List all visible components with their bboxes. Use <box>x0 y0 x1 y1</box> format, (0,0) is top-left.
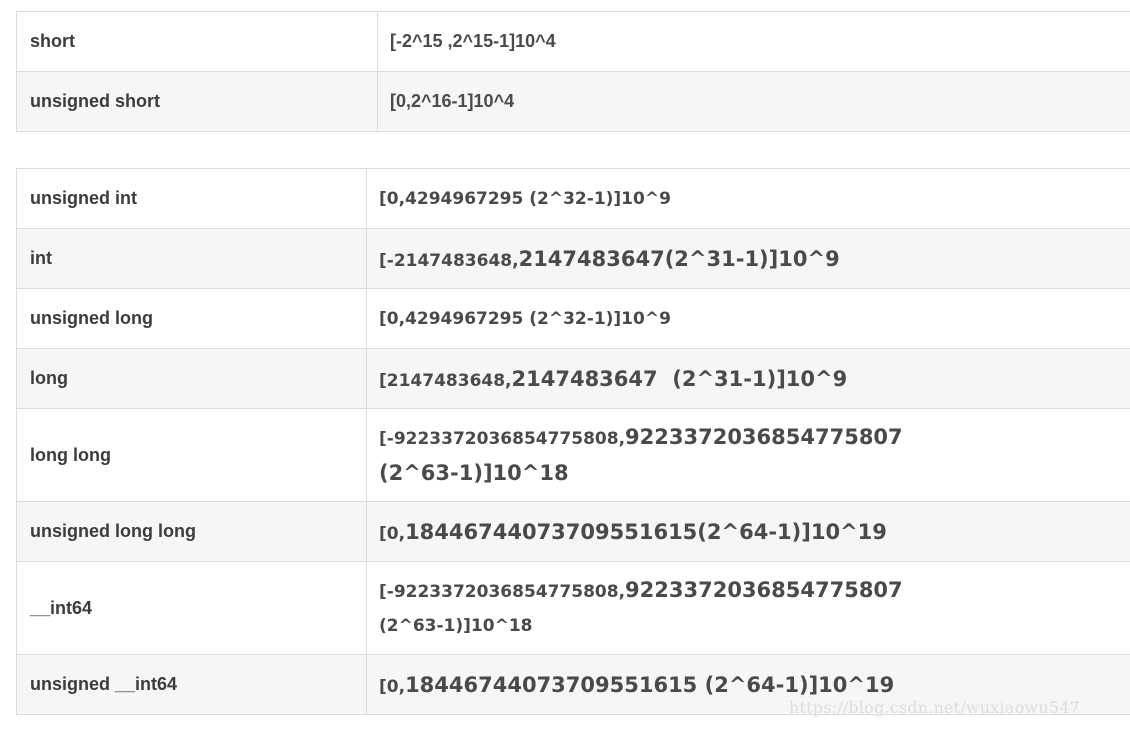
integer-types-table: unsigned int [0,4294967295 (2^32-1)]10^9… <box>16 168 1130 715</box>
range-cell: [0,2^16-1]10^4 <box>377 71 1130 132</box>
range-part: 2147483647 (2^31-1)]10^9 <box>511 366 848 391</box>
watermark-text: https://blog.csdn.net/wuxiaowu547 <box>789 698 1080 717</box>
type-cell: unsigned __int64 <box>16 654 367 715</box>
table-row: unsigned int [0,4294967295 (2^32-1)]10^9 <box>16 168 1130 229</box>
range-part: [0, <box>379 676 406 697</box>
range-part: 9223372036854775807 <box>625 425 903 449</box>
type-cell: long <box>16 348 367 409</box>
type-cell: unsigned short <box>16 71 378 132</box>
range-part: 18446744073709551615(2^64-1)]10^19 <box>405 519 887 544</box>
table-row: __int64 [-9223372036854775808,9223372036… <box>16 561 1130 655</box>
range-part: [-9223372036854775808, <box>379 429 626 449</box>
range-part: 2147483647(2^31-1)]10^9 <box>518 246 840 271</box>
range-cell: [2147483648,2147483647 (2^31-1)]10^9 <box>366 348 1130 409</box>
type-cell: long long <box>16 408 367 502</box>
range-cell: [-2^15 ,2^15-1]10^4 <box>377 11 1130 72</box>
range-cell: [0,4294967295 (2^32-1)]10^9 <box>366 168 1130 229</box>
range-part: 9223372036854775807 <box>625 578 903 602</box>
table-row: unsigned short [0,2^16-1]10^4 <box>16 71 1130 132</box>
type-cell: __int64 <box>16 561 367 655</box>
range-cell: [0,4294967295 (2^32-1)]10^9 <box>366 288 1130 349</box>
range-cell: [-9223372036854775808,922337203685477580… <box>366 561 1130 655</box>
type-cell: unsigned long long <box>16 501 367 562</box>
table-row: long long [-9223372036854775808,92233720… <box>16 408 1130 502</box>
range-cell: [-9223372036854775808,922337203685477580… <box>366 408 1130 502</box>
table-row: unsigned long long [0,184467440737095516… <box>16 501 1130 562</box>
table-row: int [-2147483648,2147483647(2^31-1)]10^9 <box>16 228 1130 289</box>
range-part: [-9223372036854775808, <box>379 582 626 602</box>
range-part: (2^63-1)]10^18 <box>379 616 533 636</box>
range-part: 18446744073709551615 (2^64-1)]10^19 <box>405 672 895 697</box>
type-cell: unsigned int <box>16 168 367 229</box>
table-row: short [-2^15 ,2^15-1]10^4 <box>16 11 1130 72</box>
range-part: (2^63-1)]10^18 <box>379 461 569 485</box>
type-cell: unsigned long <box>16 288 367 349</box>
range-cell: [0,18446744073709551615(2^64-1)]10^19 <box>366 501 1130 562</box>
range-part: [0, <box>379 523 406 544</box>
type-cell: short <box>16 11 378 72</box>
range-part: [2147483648, <box>379 370 512 391</box>
table-row: unsigned long [0,4294967295 (2^32-1)]10^… <box>16 288 1130 349</box>
short-types-table: short [-2^15 ,2^15-1]10^4 unsigned short… <box>16 11 1130 132</box>
range-cell: [-2147483648,2147483647(2^31-1)]10^9 <box>366 228 1130 289</box>
table-row: long [2147483648,2147483647 (2^31-1)]10^… <box>16 348 1130 409</box>
type-cell: int <box>16 228 367 289</box>
range-part: [-2147483648, <box>379 250 519 271</box>
